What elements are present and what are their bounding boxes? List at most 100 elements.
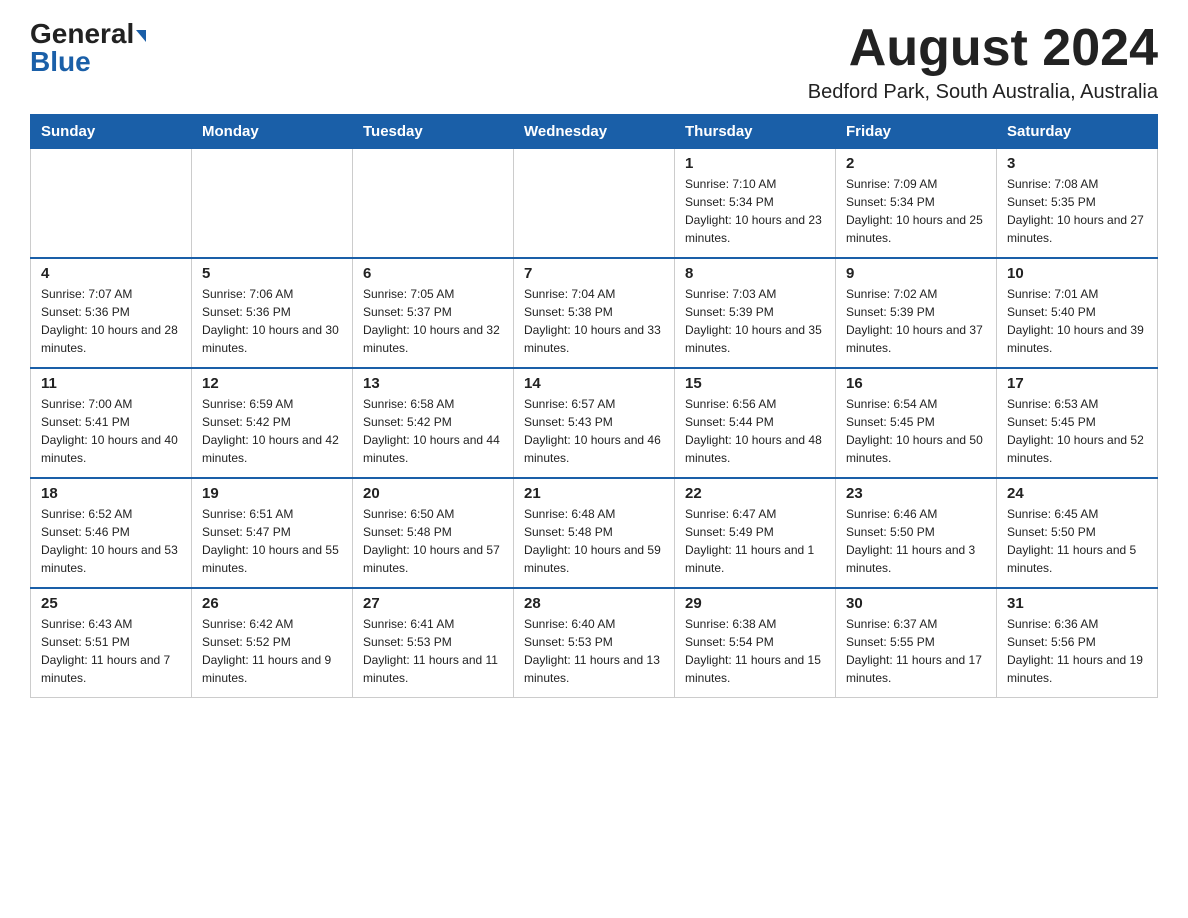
col-header-friday: Friday [836, 115, 997, 149]
logo: General Blue [30, 20, 146, 76]
day-number: 28 [524, 595, 664, 612]
calendar-cell: 20 Sunrise: 6:50 AM Sunset: 5:48 PM Dayli… [353, 478, 514, 588]
day-number: 17 [1007, 375, 1147, 392]
day-info: Sunrise: 7:05 AM Sunset: 5:37 PM Dayligh… [363, 285, 503, 357]
logo-blue: Blue [30, 46, 91, 77]
calendar-cell: 1Sunrise: 7:10 AM Sunset: 5:34 PM Daylig… [675, 149, 836, 259]
day-info: Sunrise: 7:04 AM Sunset: 5:38 PM Dayligh… [524, 285, 664, 357]
calendar-cell: 27Sunrise: 6:41 AM Sunset: 5:53 PM Dayli… [353, 588, 514, 698]
day-number: 11 [41, 375, 181, 392]
calendar-week-row: 1Sunrise: 7:10 AM Sunset: 5:34 PM Daylig… [31, 149, 1158, 259]
day-number: 3 [1007, 155, 1147, 172]
day-info: Sunrise: 6:50 AM Sunset: 5:48 PM Dayligh… [363, 505, 503, 577]
logo-area: General Blue [30, 20, 146, 76]
day-number: 26 [202, 595, 342, 612]
day-number: 29 [685, 595, 825, 612]
col-header-thursday: Thursday [675, 115, 836, 149]
day-number: 12 [202, 375, 342, 392]
calendar-cell: 10Sunrise: 7:01 AM Sunset: 5:40 PM Dayli… [997, 258, 1158, 368]
calendar-cell: 17 Sunrise: 6:53 AM Sunset: 5:45 PM Dayli… [997, 368, 1158, 478]
day-number: 22 [685, 485, 825, 502]
day-info: Sunrise: 7:02 AM Sunset: 5:39 PM Dayligh… [846, 285, 986, 357]
day-info: Sunrise: 7:01 AM Sunset: 5:40 PM Dayligh… [1007, 285, 1147, 357]
day-number: 13 [363, 375, 503, 392]
location-title: Bedford Park, South Australia, Australia [808, 81, 1158, 104]
day-number: 18 [41, 485, 181, 502]
day-info: Sunrise: 7:06 AM Sunset: 5:36 PM Dayligh… [202, 285, 342, 357]
day-info: Sunrise: 6:48 AM Sunset: 5:48 PM Dayligh… [524, 505, 664, 577]
day-number: 14 [524, 375, 664, 392]
calendar-cell: 14 Sunrise: 6:57 AM Sunset: 5:43 PM Dayli… [514, 368, 675, 478]
col-header-sunday: Sunday [31, 115, 192, 149]
calendar-cell: 2 Sunrise: 7:09 AM Sunset: 5:34 PM Daylig… [836, 149, 997, 259]
day-info: Sunrise: 6:45 AM Sunset: 5:50 PM Dayligh… [1007, 505, 1147, 577]
col-header-wednesday: Wednesday [514, 115, 675, 149]
calendar-cell: 12Sunrise: 6:59 AM Sunset: 5:42 PM Dayli… [192, 368, 353, 478]
calendar-cell: 26 Sunrise: 6:42 AM Sunset: 5:52 PM Dayli… [192, 588, 353, 698]
month-title: August 2024 [808, 20, 1158, 77]
calendar-cell: 24 Sunrise: 6:45 AM Sunset: 5:50 PM Dayli… [997, 478, 1158, 588]
calendar-cell: 30 Sunrise: 6:37 AM Sunset: 5:55 PM Dayli… [836, 588, 997, 698]
calendar-table: SundayMondayTuesdayWednesdayThursdayFrid… [30, 114, 1158, 698]
calendar-week-row: 18 Sunrise: 6:52 AM Sunset: 5:46 PM Dayli… [31, 478, 1158, 588]
calendar-week-row: 4Sunrise: 7:07 AM Sunset: 5:36 PM Daylig… [31, 258, 1158, 368]
calendar-cell: 15 Sunrise: 6:56 AM Sunset: 5:44 PM Dayli… [675, 368, 836, 478]
day-number: 23 [846, 485, 986, 502]
calendar-cell: 3Sunrise: 7:08 AM Sunset: 5:35 PM Daylig… [997, 149, 1158, 259]
day-info: Sunrise: 7:03 AM Sunset: 5:39 PM Dayligh… [685, 285, 825, 357]
day-info: Sunrise: 6:54 AM Sunset: 5:45 PM Dayligh… [846, 395, 986, 467]
calendar-cell: 6Sunrise: 7:05 AM Sunset: 5:37 PM Daylig… [353, 258, 514, 368]
calendar-cell: 31Sunrise: 6:36 AM Sunset: 5:56 PM Dayli… [997, 588, 1158, 698]
day-info: Sunrise: 7:10 AM Sunset: 5:34 PM Dayligh… [685, 175, 825, 247]
day-number: 19 [202, 485, 342, 502]
calendar-cell: 4Sunrise: 7:07 AM Sunset: 5:36 PM Daylig… [31, 258, 192, 368]
day-info: Sunrise: 6:38 AM Sunset: 5:54 PM Dayligh… [685, 615, 825, 687]
calendar-cell [514, 149, 675, 259]
calendar-cell: 29 Sunrise: 6:38 AM Sunset: 5:54 PM Dayli… [675, 588, 836, 698]
day-number: 9 [846, 265, 986, 282]
day-info: Sunrise: 7:09 AM Sunset: 5:34 PM Dayligh… [846, 175, 986, 247]
day-number: 25 [41, 595, 181, 612]
calendar-cell [192, 149, 353, 259]
day-info: Sunrise: 6:43 AM Sunset: 5:51 PM Dayligh… [41, 615, 181, 687]
calendar-cell: 5 Sunrise: 7:06 AM Sunset: 5:36 PM Daylig… [192, 258, 353, 368]
calendar-cell: 21 Sunrise: 6:48 AM Sunset: 5:48 PM Dayli… [514, 478, 675, 588]
calendar-cell: 16 Sunrise: 6:54 AM Sunset: 5:45 PM Dayli… [836, 368, 997, 478]
day-info: Sunrise: 6:56 AM Sunset: 5:44 PM Dayligh… [685, 395, 825, 467]
calendar-cell: 23 Sunrise: 6:46 AM Sunset: 5:50 PM Dayli… [836, 478, 997, 588]
day-number: 2 [846, 155, 986, 172]
day-info: Sunrise: 6:53 AM Sunset: 5:45 PM Dayligh… [1007, 395, 1147, 467]
day-info: Sunrise: 6:52 AM Sunset: 5:46 PM Dayligh… [41, 505, 181, 577]
logo-triangle-icon [136, 30, 146, 42]
calendar-cell: 13 Sunrise: 6:58 AM Sunset: 5:42 PM Dayli… [353, 368, 514, 478]
calendar-cell: 9 Sunrise: 7:02 AM Sunset: 5:39 PM Daylig… [836, 258, 997, 368]
day-info: Sunrise: 6:58 AM Sunset: 5:42 PM Dayligh… [363, 395, 503, 467]
day-number: 4 [41, 265, 181, 282]
header: General Blue August 2024 Bedford Park, S… [30, 20, 1158, 104]
calendar-cell [31, 149, 192, 259]
calendar-week-row: 25 Sunrise: 6:43 AM Sunset: 5:51 PM Dayli… [31, 588, 1158, 698]
day-info: Sunrise: 6:42 AM Sunset: 5:52 PM Dayligh… [202, 615, 342, 687]
calendar-cell: 22Sunrise: 6:47 AM Sunset: 5:49 PM Dayli… [675, 478, 836, 588]
day-info: Sunrise: 6:40 AM Sunset: 5:53 PM Dayligh… [524, 615, 664, 687]
day-info: Sunrise: 6:57 AM Sunset: 5:43 PM Dayligh… [524, 395, 664, 467]
day-number: 30 [846, 595, 986, 612]
day-number: 7 [524, 265, 664, 282]
day-number: 24 [1007, 485, 1147, 502]
day-number: 16 [846, 375, 986, 392]
calendar-cell [353, 149, 514, 259]
day-number: 21 [524, 485, 664, 502]
calendar-cell: 8Sunrise: 7:03 AM Sunset: 5:39 PM Daylig… [675, 258, 836, 368]
col-header-monday: Monday [192, 115, 353, 149]
calendar-cell: 18 Sunrise: 6:52 AM Sunset: 5:46 PM Dayli… [31, 478, 192, 588]
calendar-cell: 11Sunrise: 7:00 AM Sunset: 5:41 PM Dayli… [31, 368, 192, 478]
day-number: 5 [202, 265, 342, 282]
day-info: Sunrise: 6:46 AM Sunset: 5:50 PM Dayligh… [846, 505, 986, 577]
day-info: Sunrise: 6:37 AM Sunset: 5:55 PM Dayligh… [846, 615, 986, 687]
calendar-cell: 28 Sunrise: 6:40 AM Sunset: 5:53 PM Dayli… [514, 588, 675, 698]
day-info: Sunrise: 6:41 AM Sunset: 5:53 PM Dayligh… [363, 615, 503, 687]
calendar-cell: 25 Sunrise: 6:43 AM Sunset: 5:51 PM Dayli… [31, 588, 192, 698]
day-number: 20 [363, 485, 503, 502]
col-header-tuesday: Tuesday [353, 115, 514, 149]
day-number: 15 [685, 375, 825, 392]
